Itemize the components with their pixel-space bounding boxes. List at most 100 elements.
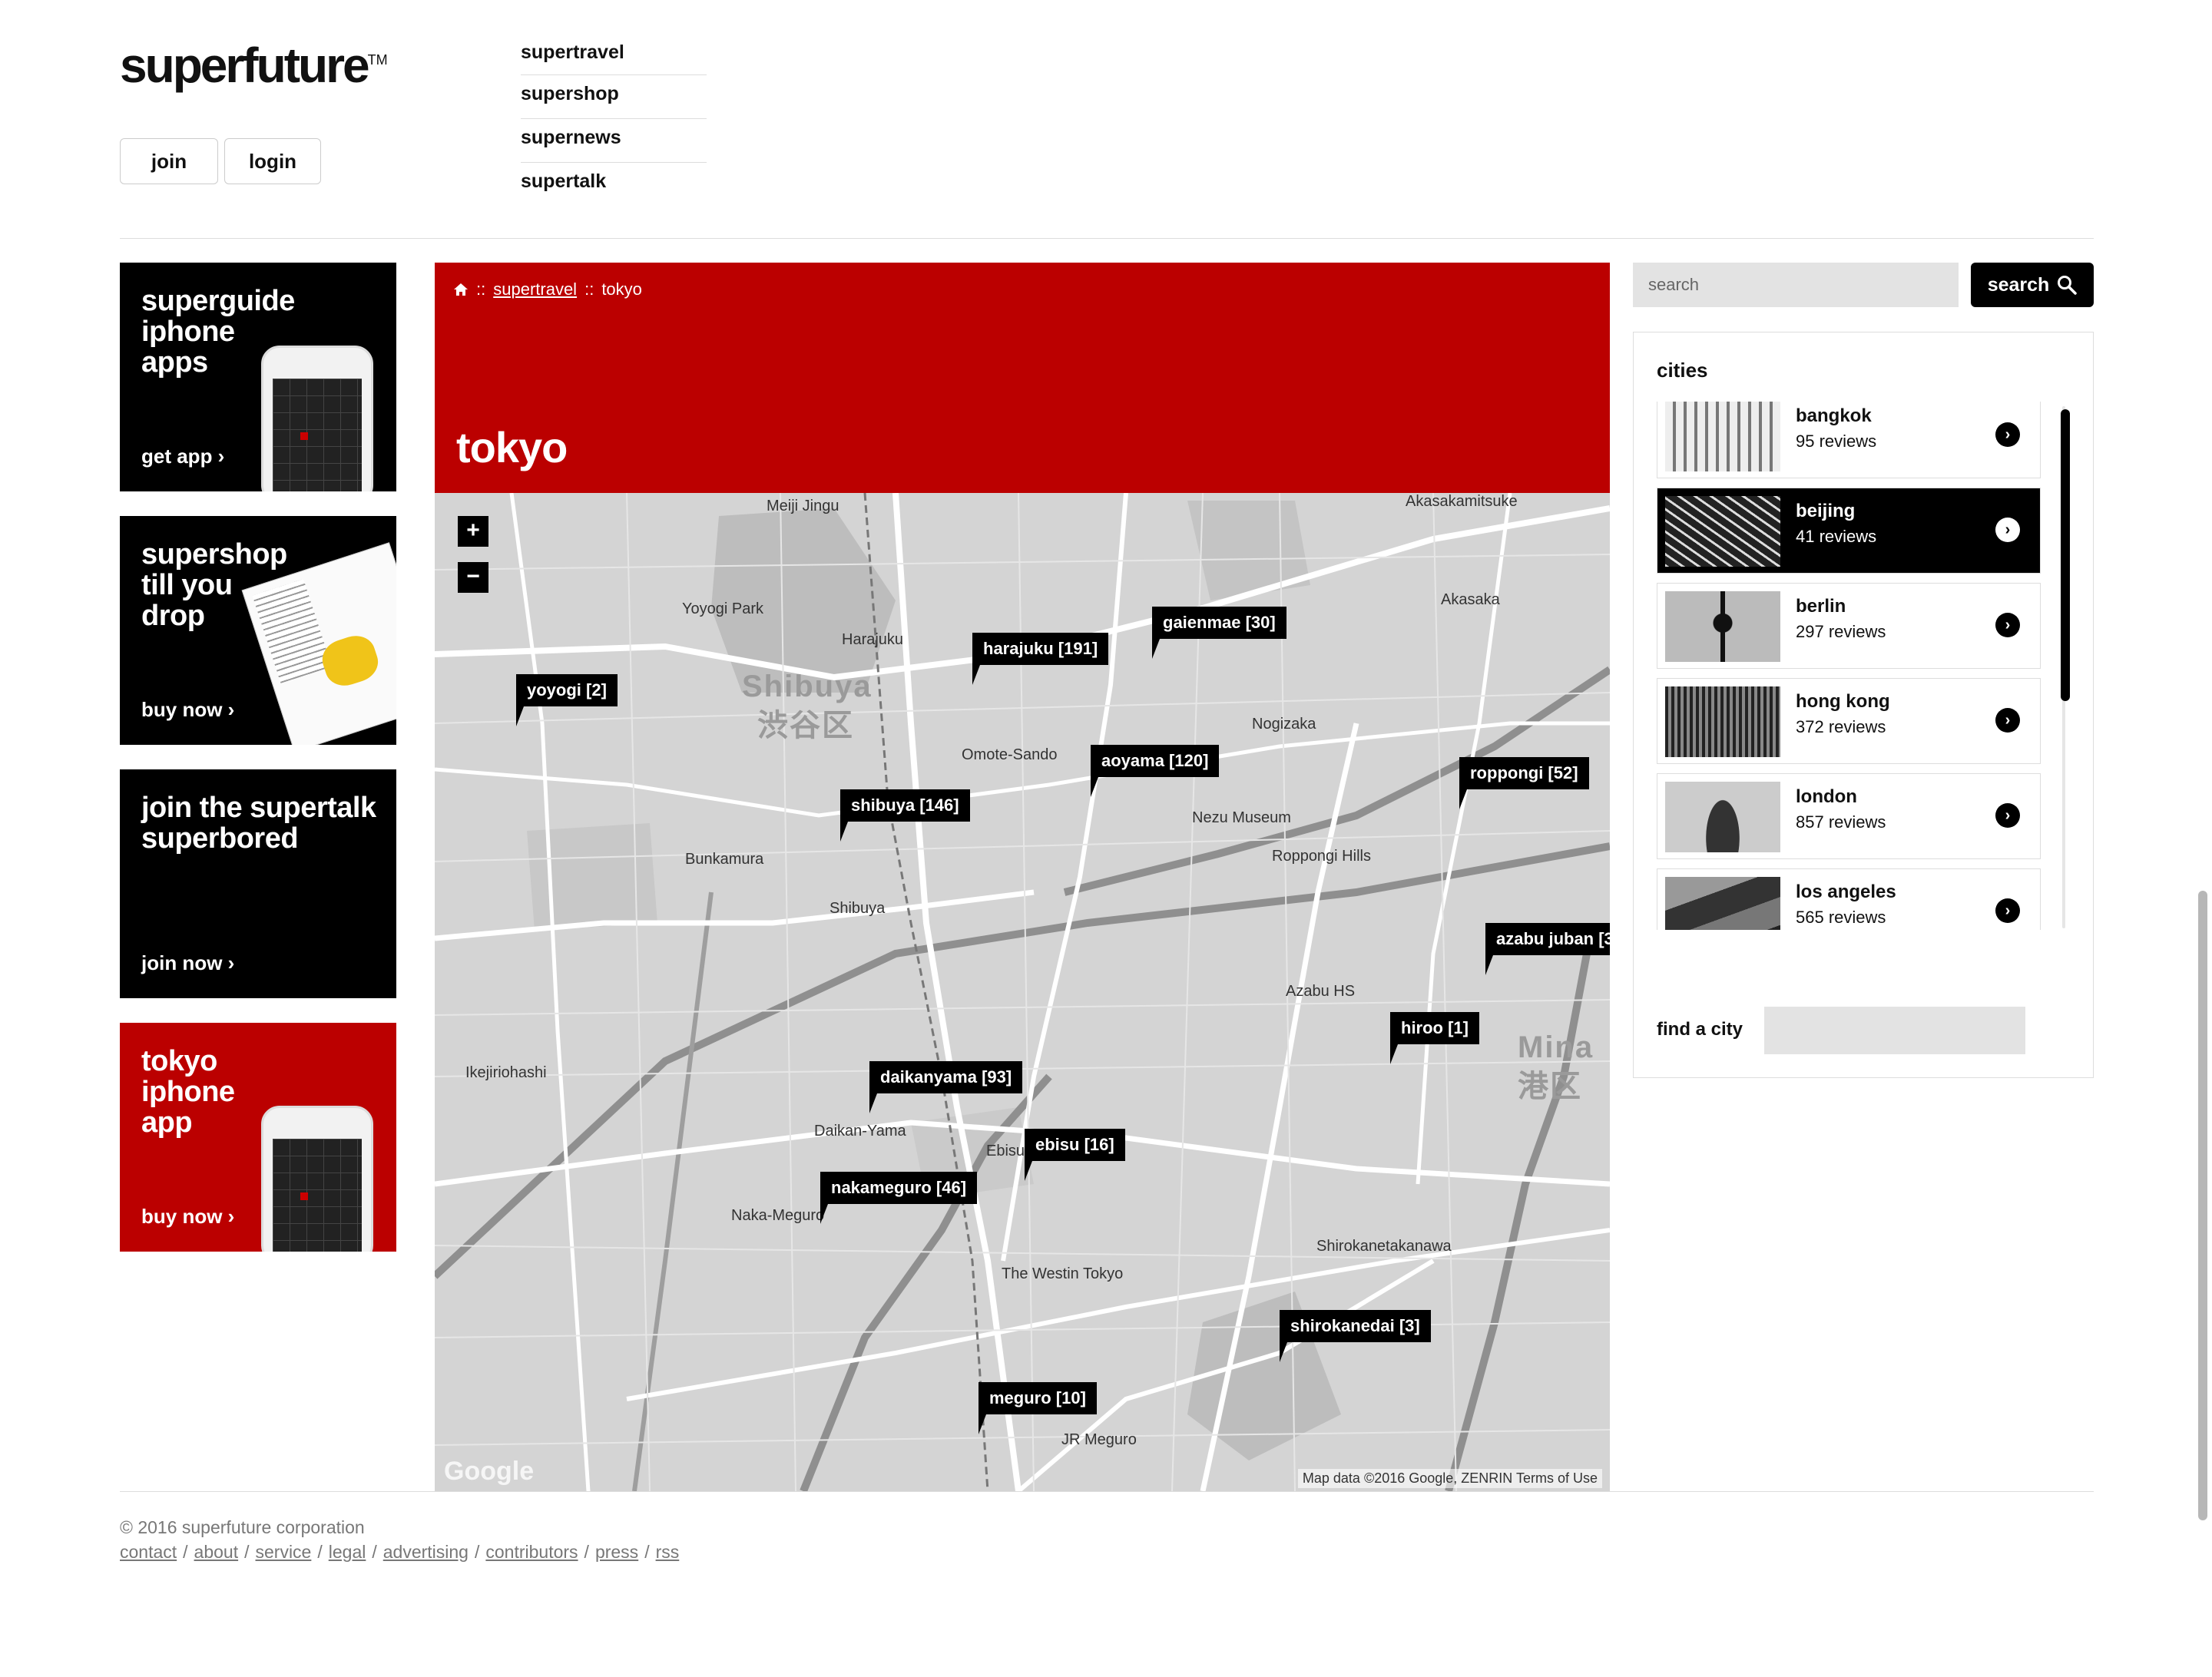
nav-supernews[interactable]: supernews xyxy=(521,119,707,163)
chevron-right-icon[interactable]: › xyxy=(1995,518,2020,542)
city-name: berlin xyxy=(1796,596,1846,617)
login-button[interactable]: login xyxy=(224,138,321,184)
map-label-minato: Mina xyxy=(1518,1030,1594,1064)
footer-sep: / xyxy=(372,1542,377,1562)
promo-title: tokyo iphone app xyxy=(141,1045,235,1139)
breadcrumb: :: supertravel :: tokyo xyxy=(453,280,642,299)
city-review-count: 95 reviews xyxy=(1796,432,1877,451)
footer-link-rss[interactable]: rss xyxy=(656,1542,680,1563)
promo-tokyo-app[interactable]: tokyo iphone app buy now › xyxy=(120,1023,396,1252)
page-scrollbar[interactable] xyxy=(2198,891,2207,1520)
map-label-meiji-jingu: Meiji Jingu xyxy=(767,498,839,514)
map-marker-aoyama[interactable]: aoyama [120] xyxy=(1091,745,1220,797)
footer-links: contact / about / service / legal / advertis… xyxy=(120,1542,679,1563)
city-item-los-angeles[interactable]: los angeles 565 reviews › xyxy=(1657,868,2041,930)
city-map[interactable]: Shibuya 渋谷区 Mina 港区 Meiji Jingu Yoyogi P… xyxy=(435,493,1610,1491)
promo-supershop[interactable]: supershop till you drop buy now › xyxy=(120,516,396,745)
map-marker-nakameguro[interactable]: nakameguro [46] xyxy=(820,1172,978,1224)
buy-now-link[interactable]: buy now › xyxy=(141,1205,234,1229)
map-marker-harajuku[interactable]: harajuku [191] xyxy=(972,633,1109,685)
home-icon[interactable] xyxy=(453,282,469,297)
map-credit[interactable]: Map data ©2016 Google, ZENRIN Terms of U… xyxy=(1297,1469,1602,1488)
footer-link-about[interactable]: about xyxy=(194,1542,239,1563)
footer-divider xyxy=(120,1491,2094,1492)
header-divider xyxy=(120,238,2094,239)
map-label-azabu-hs: Azabu HS xyxy=(1286,983,1356,1000)
map-label-bunkamura: Bunkamura xyxy=(685,851,764,868)
city-item-hong-kong[interactable]: hong kong 372 reviews › xyxy=(1657,678,2041,764)
search-input[interactable] xyxy=(1633,263,1959,307)
city-item-beijing[interactable]: beijing 41 reviews › xyxy=(1657,488,2041,574)
city-thumbnail-image xyxy=(1665,591,1780,662)
iphone-image xyxy=(261,1106,373,1252)
footer-link-advertising[interactable]: advertising xyxy=(383,1542,469,1563)
city-item-bangkok[interactable]: bangkok 95 reviews › xyxy=(1657,402,2041,478)
footer-link-contributors[interactable]: contributors xyxy=(485,1542,578,1563)
map-marker-meguro[interactable]: meguro [10] xyxy=(979,1382,1097,1434)
cities-title: cities xyxy=(1657,359,1708,382)
map-label-naka-meguro: Naka-Meguro xyxy=(731,1207,825,1224)
footer-sep: / xyxy=(317,1542,323,1562)
map-marker-roppongi[interactable]: roppongi [52] xyxy=(1459,757,1589,809)
chevron-right-icon[interactable]: › xyxy=(1995,898,2020,923)
footer-link-service[interactable]: service xyxy=(256,1542,312,1563)
join-button[interactable]: join xyxy=(120,138,218,184)
chevron-right-icon[interactable]: › xyxy=(1995,613,2020,637)
map-label-daikanyama: Daikan-Yama xyxy=(814,1123,906,1140)
city-review-count: 372 reviews xyxy=(1796,717,1886,736)
footer-link-contact[interactable]: contact xyxy=(120,1542,177,1563)
map-marker-ebisu[interactable]: ebisu [16] xyxy=(1025,1129,1125,1181)
map-marker-shirokanedai[interactable]: shirokanedai [3] xyxy=(1280,1310,1431,1362)
map-label-omotesando: Omote-Sando xyxy=(962,746,1058,763)
breadcrumb-separator: :: xyxy=(476,280,486,299)
buy-now-link[interactable]: buy now › xyxy=(141,698,234,722)
map-marker-shibuya[interactable]: shibuya [146] xyxy=(840,789,970,842)
nav-supertravel[interactable]: supertravel xyxy=(521,34,707,75)
map-label-akasaka: Akasaka xyxy=(1441,591,1500,608)
map-marker-hiroo[interactable]: hiroo [1] xyxy=(1390,1012,1479,1064)
city-review-count: 41 reviews xyxy=(1796,527,1877,546)
superfuture-logo[interactable]: superfutureTM xyxy=(120,37,388,94)
city-review-count: 565 reviews xyxy=(1796,908,1886,927)
city-hero-banner: :: supertravel :: tokyo tokyo xyxy=(435,263,1610,493)
cities-scrollbar-thumb[interactable] xyxy=(2061,409,2070,701)
map-marker-daikanyama[interactable]: daikanyama [93] xyxy=(869,1061,1023,1113)
city-thumbnail-image xyxy=(1665,402,1780,471)
map-zoom-in-button[interactable]: + xyxy=(458,516,488,547)
search-button[interactable]: search xyxy=(1971,263,2094,307)
city-thumbnail-image xyxy=(1665,686,1780,757)
chevron-right-icon[interactable]: › xyxy=(1995,708,2020,733)
google-logo: Google xyxy=(444,1457,535,1486)
city-thumbnail-image xyxy=(1665,496,1780,567)
logo-trademark: TM xyxy=(367,52,388,68)
chevron-right-icon[interactable]: › xyxy=(1995,803,2020,828)
footer-sep: / xyxy=(474,1542,480,1562)
map-label-jr-meguro: JR Meguro xyxy=(1061,1431,1137,1448)
map-label-ikejiriohashi: Ikejiriohashi xyxy=(465,1064,547,1081)
nav-supershop[interactable]: supershop xyxy=(521,75,707,119)
footer-link-legal[interactable]: legal xyxy=(329,1542,366,1563)
map-marker-azabu-juban[interactable]: azabu juban [3] xyxy=(1485,923,1610,975)
map-marker-gaienmae[interactable]: gaienmae [30] xyxy=(1152,607,1286,659)
cities-list[interactable]: bangkok 95 reviews › beijing 41 reviews … xyxy=(1657,402,2041,930)
join-now-link[interactable]: join now › xyxy=(141,951,234,975)
map-label-shirokanetakanawa: Shirokanetakanawa xyxy=(1316,1238,1452,1255)
city-review-count: 857 reviews xyxy=(1796,812,1886,832)
map-marker-yoyogi[interactable]: yoyogi [2] xyxy=(516,674,618,726)
map-label-shibuya-station: Shibuya xyxy=(830,900,886,917)
promo-supertalk[interactable]: join the supertalk superbored join now › xyxy=(120,769,396,998)
breadcrumb-supertravel[interactable]: supertravel xyxy=(493,280,577,299)
city-item-berlin[interactable]: berlin 297 reviews › xyxy=(1657,583,2041,669)
chevron-right-icon[interactable]: › xyxy=(1995,422,2020,447)
nav-supertalk[interactable]: supertalk xyxy=(521,163,707,207)
footer-link-press[interactable]: press xyxy=(595,1542,638,1563)
promo-title: join the supertalk superbored xyxy=(141,792,376,855)
find-city-input[interactable] xyxy=(1764,1007,2025,1054)
map-label-yoyogi-park: Yoyogi Park xyxy=(682,600,763,617)
get-app-link[interactable]: get app › xyxy=(141,445,224,468)
map-zoom-out-button[interactable]: − xyxy=(458,562,488,593)
city-item-london[interactable]: london 857 reviews › xyxy=(1657,773,2041,859)
map-label-nogizaka: Nogizaka xyxy=(1252,716,1316,733)
footer-sep: / xyxy=(183,1542,188,1562)
promo-superguide-apps[interactable]: superguide iphone apps get app › xyxy=(120,263,396,491)
